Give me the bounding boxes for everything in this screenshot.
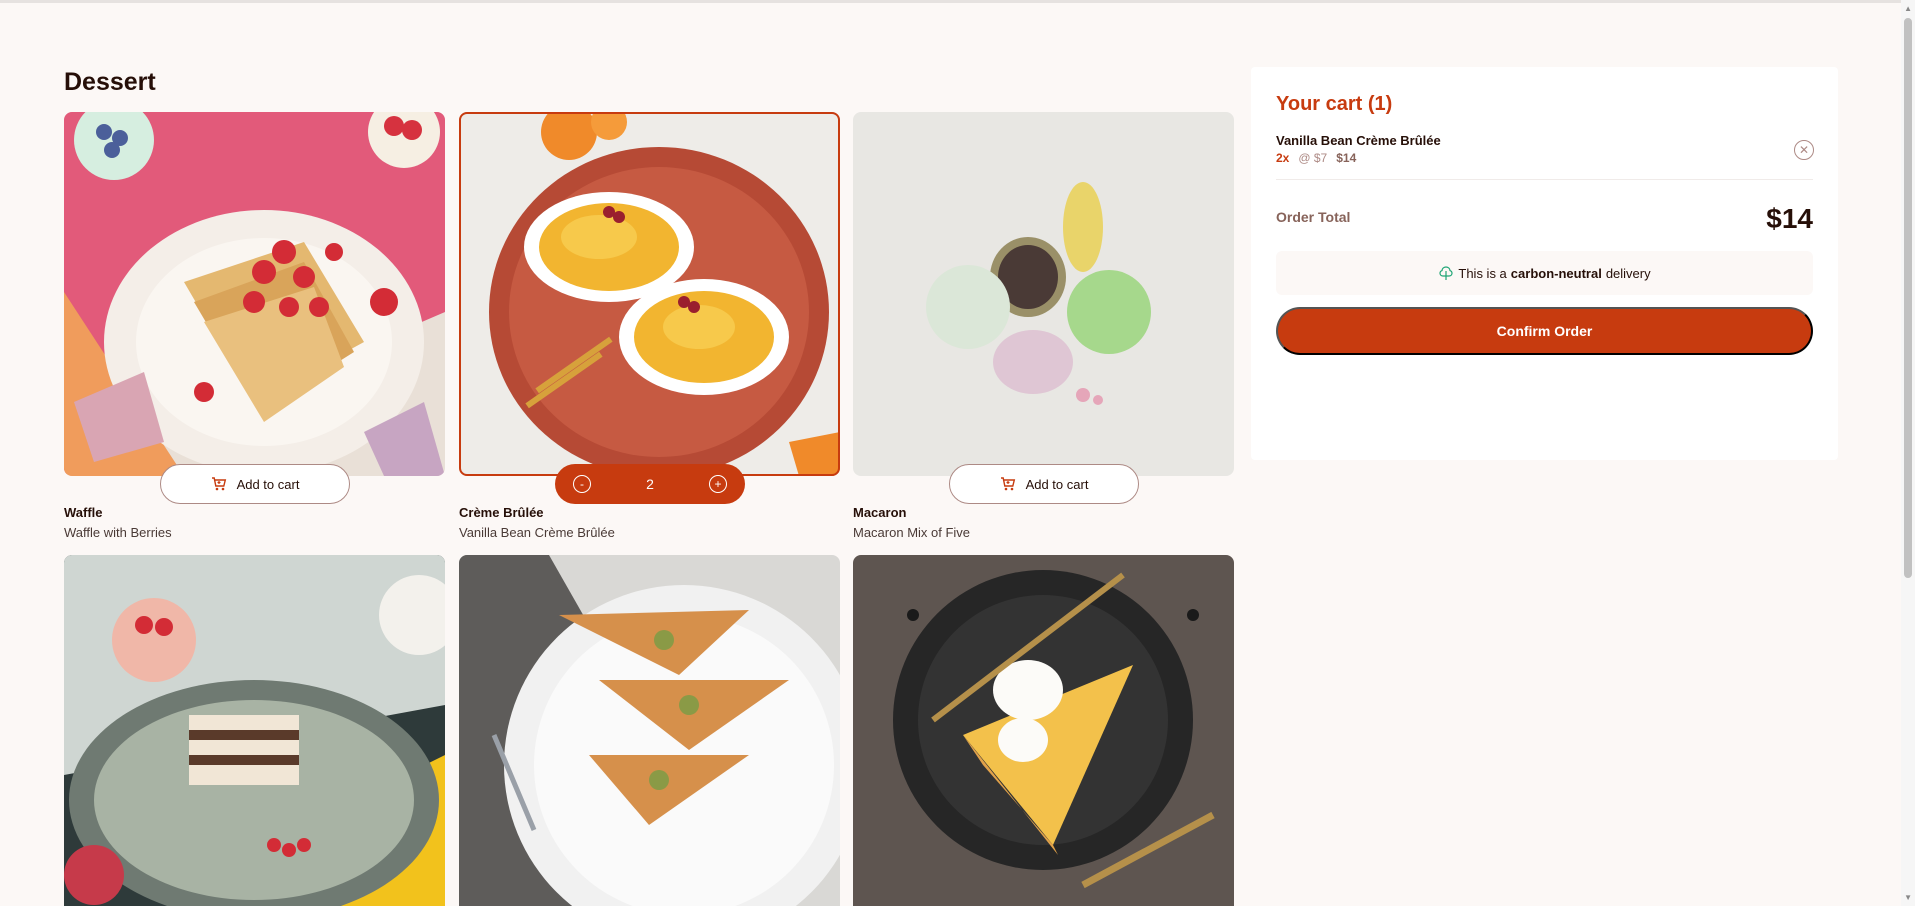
carbon-prefix: This is a [1458,265,1507,281]
product-image-waffle [64,112,445,476]
add-to-cart-button[interactable]: Add to cart [160,464,350,504]
cart-icon [1000,477,1015,491]
quantity-value: 2 [646,476,654,492]
product-card-tiramisu [64,555,445,906]
scrollbar-thumb[interactable] [1904,18,1912,578]
product-card-waffle: Add to cart Waffle Waffle with Berries [64,112,445,542]
carbon-suffix: delivery [1605,265,1651,281]
page-title: Dessert [64,68,156,96]
order-total-label: Order Total [1276,209,1351,225]
product-name: Vanilla Bean Crème Brûlée [459,525,615,540]
plus-icon[interactable]: + [708,475,727,493]
product-image-pie [853,555,1234,906]
add-to-cart-label: Add to cart [236,476,300,492]
product-category: Crème Brûlée [459,505,544,520]
product-category: Macaron [853,505,907,520]
scroll-up-icon[interactable]: ▲ [1904,4,1912,13]
confirm-order-button[interactable]: Confirm Order [1276,307,1813,355]
minus-icon[interactable]: - [573,475,591,493]
add-to-cart-button[interactable]: Add to cart [949,464,1139,504]
product-category: Waffle [64,505,103,520]
product-card-macaron: Add to cart Macaron Macaron Mix of Five [853,112,1234,542]
scroll-down-icon[interactable]: ▼ [1904,893,1912,902]
product-card-pie [853,555,1234,906]
product-image-creme-brulee [459,112,840,476]
divider [1276,179,1813,180]
scrollbar[interactable]: ▲ ▼ [1901,0,1915,906]
cart-item-unit-price: @ $7 [1298,151,1328,165]
order-total-value: $14 [1766,203,1813,234]
product-image-macaron [853,112,1234,476]
quantity-stepper[interactable]: - 2 + [555,464,745,504]
carbon-neutral-notice: This is a carbon-neutral delivery [1276,251,1813,295]
carbon-bold: carbon-neutral [1510,265,1602,281]
cart-item-details: 2x @ $7 $14 [1276,151,1356,165]
cart-item-quantity: 2x [1276,151,1290,165]
tree-icon [1439,266,1453,280]
cart-icon [211,477,226,491]
remove-icon[interactable]: ✕ [1794,140,1814,160]
cart-title: Your cart (1) [1276,93,1393,115]
cart-panel: Your cart (1) Vanilla Bean Crème Brûlée … [1251,67,1838,460]
product-image-tiramisu [64,555,445,906]
top-border [0,0,1915,3]
cart-item-subtotal: $14 [1336,151,1357,165]
product-name: Waffle with Berries [64,525,172,540]
add-to-cart-label: Add to cart [1025,476,1089,492]
product-name: Macaron Mix of Five [853,525,971,540]
cart-item-name: Vanilla Bean Crème Brûlée [1276,133,1441,148]
product-image-baklava [459,555,840,906]
product-card-baklava [459,555,840,906]
product-card-creme-brulee: - 2 + Crème Brûlée Vanilla Bean Crème Br… [459,112,840,542]
